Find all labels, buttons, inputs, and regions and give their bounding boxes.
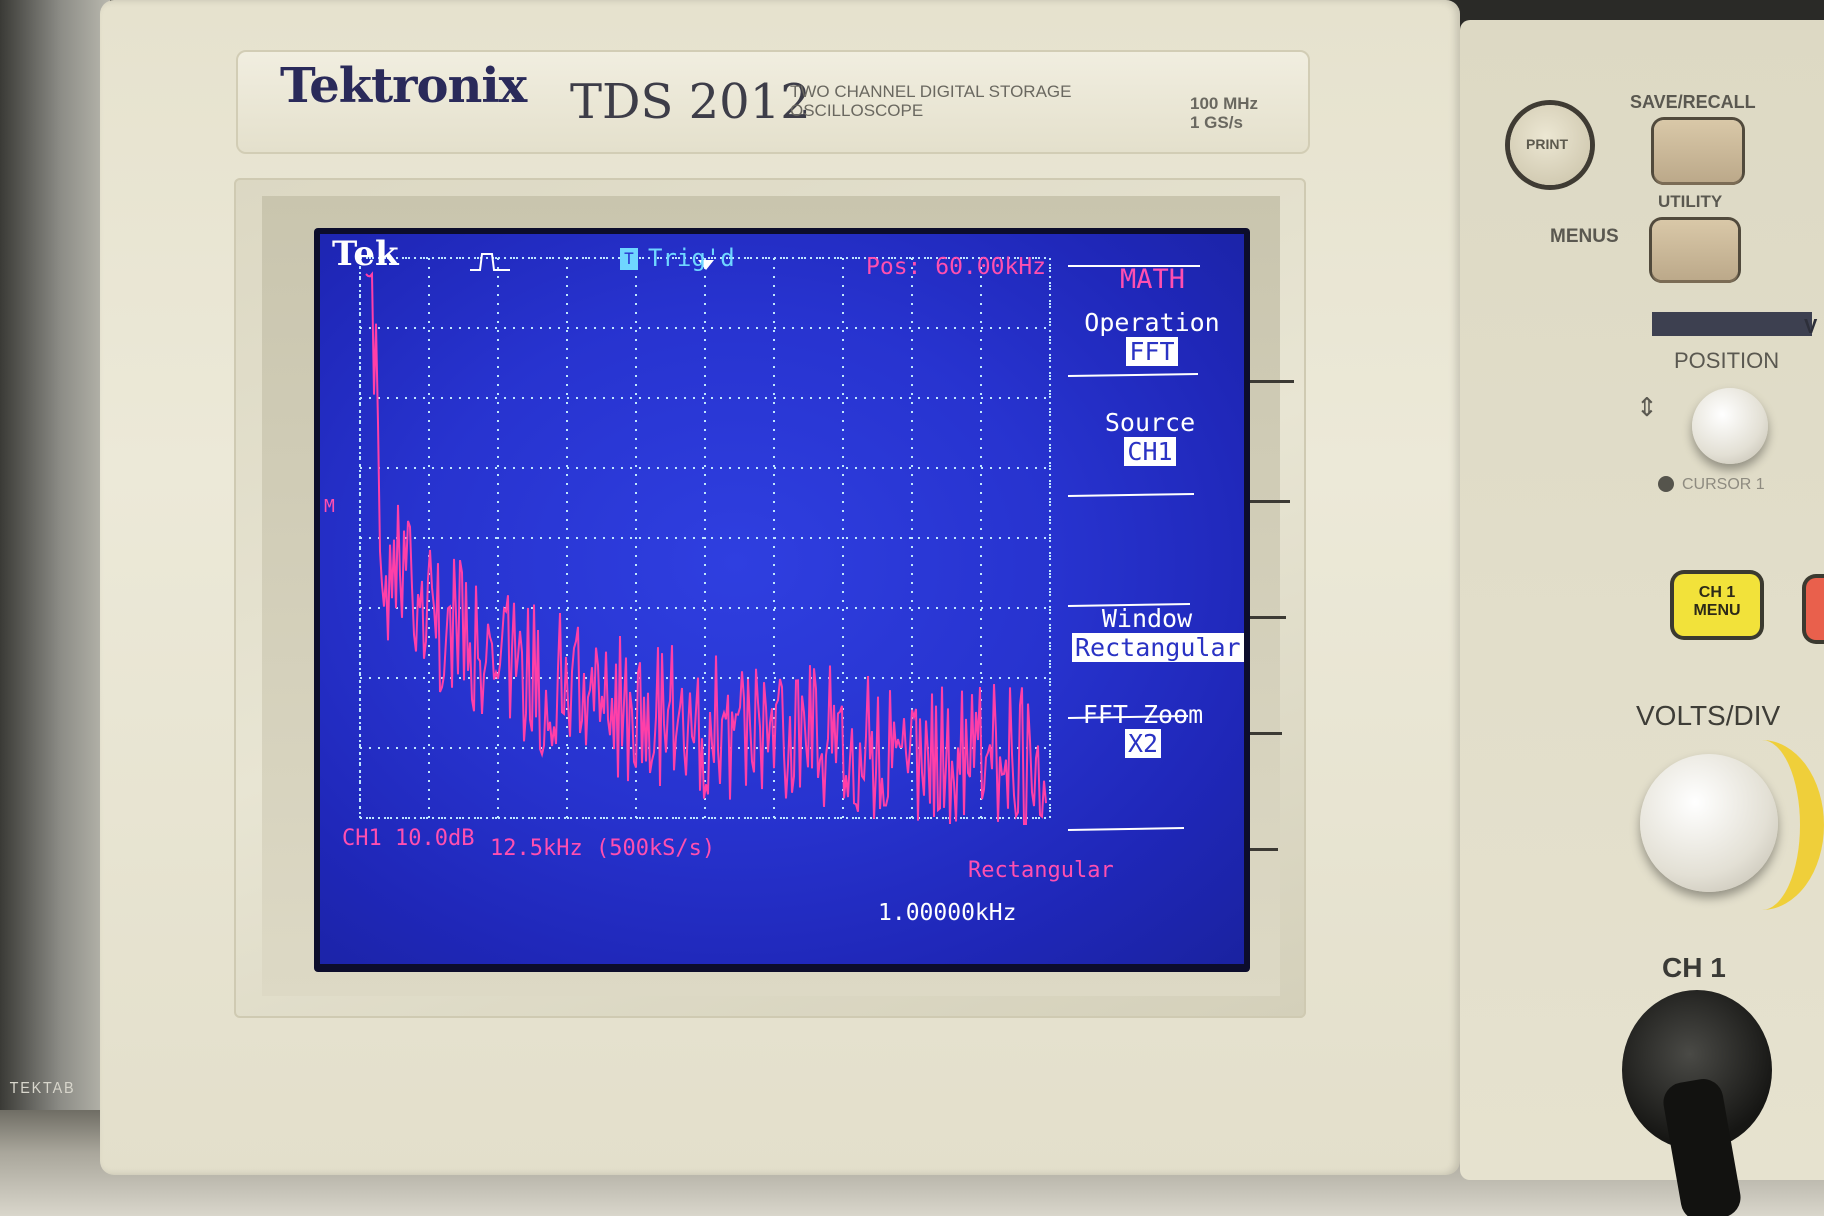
menus-label: MENUS xyxy=(1550,226,1619,247)
menu-value-window: Rectangular xyxy=(1072,633,1244,662)
utility-label: UTILITY xyxy=(1658,192,1723,211)
save-recall-button[interactable] xyxy=(1654,120,1742,182)
fft-span: 12.5kHz (500kS/s) xyxy=(490,836,716,861)
button-leader xyxy=(1250,848,1278,851)
vertical-section-bar xyxy=(1652,312,1812,336)
menu-label-operation: Operation xyxy=(1084,308,1220,337)
position-label: POSITION xyxy=(1674,348,1780,373)
trigger-box: T xyxy=(620,248,638,270)
menu-label-fft-zoom: FFT Zoom xyxy=(1082,700,1204,729)
menu-separator xyxy=(1067,373,1199,377)
fft-trace xyxy=(365,271,1047,825)
vertical-section-label: V xyxy=(1804,316,1818,338)
trigger-status: T Trig'd xyxy=(620,244,735,272)
position-readout: Pos: 60.00kHz xyxy=(866,254,1047,280)
menu-label-window: Window xyxy=(1101,604,1193,633)
print-button[interactable]: PRINT xyxy=(1510,105,1590,185)
math-marker: M xyxy=(324,496,335,517)
trigger-frequency: 1.00000kHz xyxy=(878,900,1017,926)
ch1-menu-button[interactable]: CH 1 MENU xyxy=(1674,574,1760,636)
menu-title: MATH xyxy=(1120,264,1186,295)
window-readout: Rectangular xyxy=(968,858,1114,883)
volts-div-label: VOLTS/DIV xyxy=(1636,700,1781,731)
spec-bandwidth: 100 MHz xyxy=(1190,94,1259,113)
rack-label: TEKTAB xyxy=(9,1080,76,1097)
menu-item-window: Window Rectangular xyxy=(1072,604,1244,662)
math-menu-button[interactable] xyxy=(1806,578,1824,640)
menu-value-operation: FFT xyxy=(1126,337,1178,366)
model-description: TWO CHANNEL DIGITAL STORAGE OSCILLOSCOPE xyxy=(790,82,1072,120)
utility-button[interactable] xyxy=(1652,220,1738,280)
menu-separator xyxy=(1067,493,1195,497)
button-leader xyxy=(1250,732,1282,735)
menu-value-fft-zoom: X2 xyxy=(1124,729,1162,758)
oscilloscope-photo: TEKTAB Tektronix TDS 2012 TWO CHANNEL DI… xyxy=(0,0,1824,1216)
menu-separator xyxy=(1067,827,1185,831)
model-number: TDS 2012 xyxy=(570,74,811,130)
cursor-indicator-icon xyxy=(1658,476,1674,492)
menu-item-operation: Operation FFT xyxy=(1082,308,1222,366)
rack-rail: TEKTAB xyxy=(0,0,110,1216)
button-leader xyxy=(1250,500,1290,503)
menu-label-source: Source xyxy=(1104,408,1196,437)
trigger-status-text: Trig'd xyxy=(648,244,735,272)
model-specs: 100 MHz 1 GS/s xyxy=(1190,94,1258,132)
menu-value-source: CH1 xyxy=(1124,437,1176,466)
position-arrows-icon: ⇕ xyxy=(1636,392,1658,422)
channel-scale: CH1 10.0dB xyxy=(342,826,475,851)
save-recall-label: SAVE/RECALL xyxy=(1630,92,1756,112)
trigger-pulse-icon xyxy=(470,253,510,271)
control-panel xyxy=(1460,20,1824,1180)
tek-logo: Tek xyxy=(332,234,399,274)
button-leader xyxy=(1250,616,1286,619)
brand-logo: Tektronix xyxy=(280,58,527,114)
position-knob[interactable] xyxy=(1692,388,1768,464)
button-leader xyxy=(1250,380,1294,383)
cursor-label: CURSOR 1 xyxy=(1682,476,1765,493)
menu-item-source: Source CH1 xyxy=(1080,408,1220,466)
ch1-input-label: CH 1 xyxy=(1662,952,1726,983)
lcd-screen: Tek T Trig'd Pos: 60.00kHz MATH Operation… xyxy=(320,234,1244,964)
volts-div-knob[interactable] xyxy=(1640,754,1778,892)
spec-sample-rate: 1 GS/s xyxy=(1190,113,1243,132)
print-button-label: PRINT xyxy=(1526,136,1568,152)
menu-item-fft-zoom: FFT Zoom X2 xyxy=(1068,700,1218,758)
